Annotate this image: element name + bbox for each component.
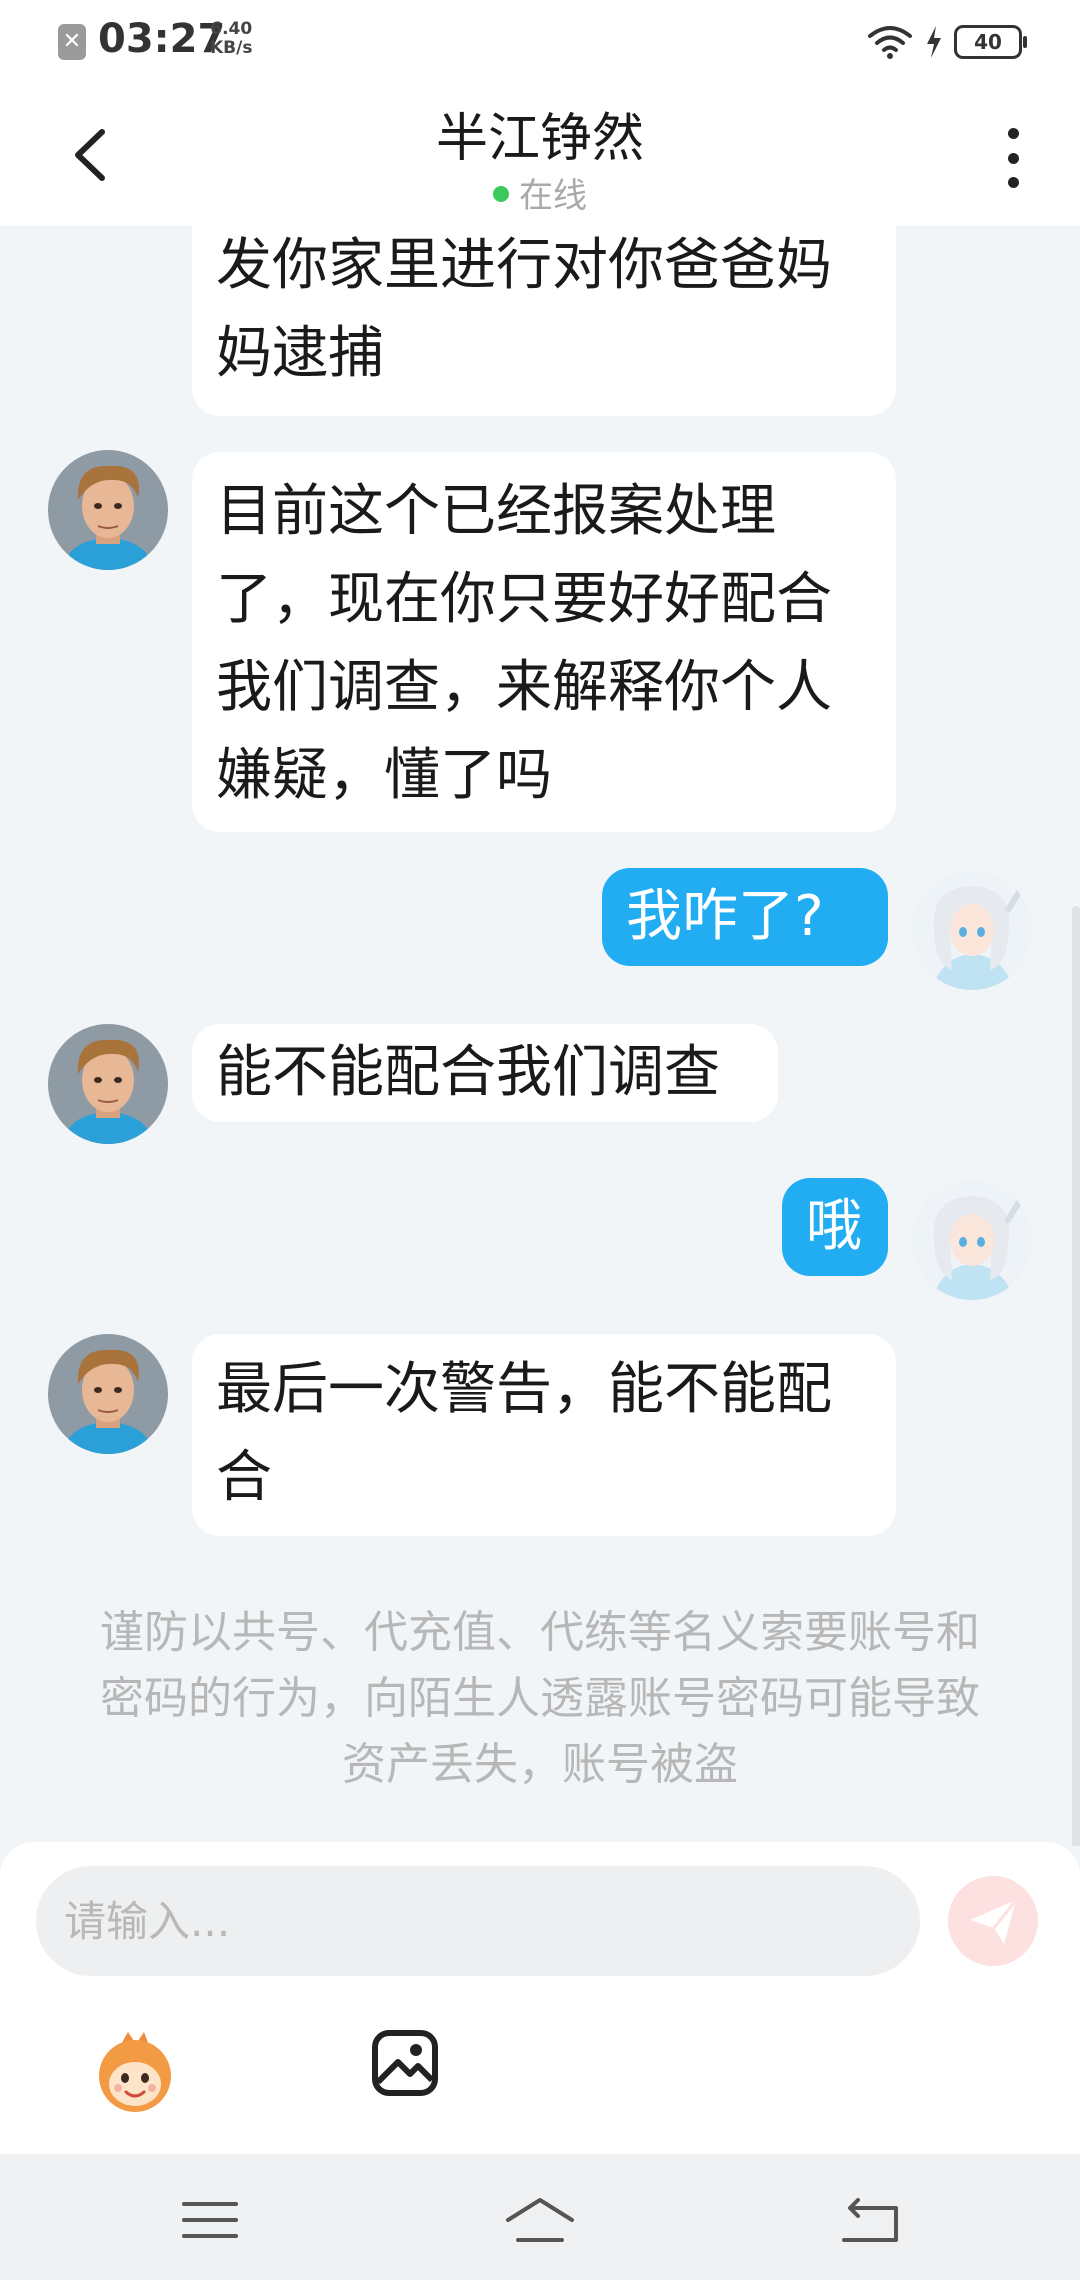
wifi-icon bbox=[868, 26, 912, 59]
security-notice: 谨防以共号、代充值、代练等名义索要账号和密码的行为，向陌生人透露账号密码可能导致… bbox=[100, 1607, 980, 1790]
message-bubble-outgoing[interactable]: 我咋了? bbox=[602, 868, 888, 966]
battery-indicator: 40 bbox=[954, 25, 1027, 59]
message-text-line: 嫌疑，懂了吗 bbox=[216, 743, 552, 808]
notification-icon: ✕ bbox=[58, 24, 86, 60]
image-icon bbox=[372, 2030, 438, 2096]
message-input[interactable] bbox=[36, 1866, 920, 1976]
message-bubble-incoming[interactable]: 发你家里进行对你爸爸妈 妈逮捕 bbox=[192, 226, 896, 416]
contact-avatar[interactable] bbox=[48, 1334, 168, 1454]
status-bar: ✕ 03:27 6.40 KB/s 40 bbox=[0, 0, 1080, 82]
contact-avatar[interactable] bbox=[48, 450, 168, 570]
chat-header: 半江铮然 在线 bbox=[0, 82, 1080, 226]
net-speed: 6.40 KB/s bbox=[210, 20, 252, 58]
presence-label: 在线 bbox=[519, 176, 587, 216]
user-avatar[interactable] bbox=[912, 870, 1032, 990]
message-text-line: 目前这个已经报案处理 bbox=[216, 479, 776, 544]
composer bbox=[0, 1842, 1080, 2154]
back-icon[interactable] bbox=[830, 2190, 910, 2250]
message-text-line: 能不能配合我们调查 bbox=[216, 1040, 720, 1105]
message-text-line: 了，现在你只要好好配合 bbox=[216, 567, 832, 632]
send-button[interactable] bbox=[948, 1876, 1038, 1966]
message-text-line: 最后一次警告，能不能配 bbox=[216, 1357, 832, 1422]
message-bubble-outgoing[interactable]: 哦 bbox=[782, 1178, 888, 1276]
system-nav-bar bbox=[0, 2154, 1080, 2280]
more-vertical-icon[interactable] bbox=[998, 128, 1028, 188]
image-button[interactable] bbox=[370, 2028, 440, 2098]
message-text-line: 我们调查，来解释你个人 bbox=[216, 655, 832, 720]
emoji-sticker-icon bbox=[99, 2032, 171, 2112]
contact-name: 半江铮然 bbox=[435, 109, 644, 169]
message-bubble-incoming[interactable]: 最后一次警告，能不能配 合 bbox=[192, 1334, 896, 1536]
emoji-sticker-button[interactable] bbox=[90, 2028, 180, 2118]
message-text-line: 我咋了? bbox=[626, 884, 824, 949]
message-text-line: 发你家里进行对你爸爸妈 bbox=[216, 233, 832, 298]
net-speed-unit: KB/s bbox=[210, 38, 253, 58]
message-text-line: 哦 bbox=[806, 1194, 862, 1259]
presence-status: 在线 bbox=[0, 168, 1080, 217]
home-icon[interactable] bbox=[500, 2190, 580, 2250]
menu-icon[interactable] bbox=[170, 2190, 250, 2250]
charging-icon bbox=[927, 26, 941, 58]
user-avatar[interactable] bbox=[912, 1180, 1032, 1300]
chat-scrollbar[interactable] bbox=[1072, 906, 1080, 1846]
message-text-line: 合 bbox=[216, 1445, 272, 1510]
status-time: 03:27 bbox=[98, 16, 226, 62]
message-bubble-incoming[interactable]: 能不能配合我们调查 bbox=[192, 1024, 778, 1122]
net-speed-value: 6.40 bbox=[210, 19, 253, 39]
online-dot bbox=[493, 185, 509, 202]
message-text-line: 妈逮捕 bbox=[216, 321, 384, 386]
message-list[interactable]: 发你家里进行对你爸爸妈 妈逮捕 目前这个已经报案处理 了，现在你只要好好配合 我… bbox=[0, 226, 1080, 1846]
contact-avatar[interactable] bbox=[48, 1024, 168, 1144]
message-bubble-incoming[interactable]: 目前这个已经报案处理 了，现在你只要好好配合 我们调查，来解释你个人 嫌疑，懂了… bbox=[192, 452, 896, 832]
status-icons: 40 bbox=[866, 22, 1027, 62]
paper-plane-icon bbox=[970, 1899, 1018, 1944]
